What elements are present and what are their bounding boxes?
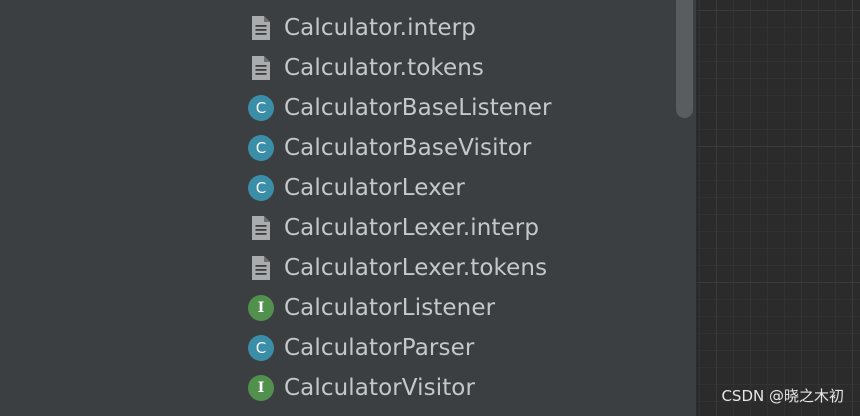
- file-icon: [247, 14, 275, 42]
- interface-icon: I: [247, 294, 275, 322]
- class-icon: C: [247, 334, 275, 362]
- tree-item-calculator-listener[interactable]: I CalculatorListener: [247, 288, 552, 328]
- project-tree-panel: Calculator.interp Calculator.tokens C Ca…: [0, 0, 697, 416]
- class-badge: C: [248, 95, 274, 121]
- file-icon: [247, 214, 275, 242]
- interface-badge: I: [248, 295, 274, 321]
- interface-badge: I: [248, 375, 274, 401]
- tree-item-label: CalculatorLexer: [284, 175, 465, 201]
- class-icon: C: [247, 94, 275, 122]
- tree-item-label: CalculatorLexer.interp: [284, 215, 540, 241]
- tree-item-calculator-tokens[interactable]: Calculator.tokens: [247, 48, 552, 88]
- class-badge: C: [248, 175, 274, 201]
- file-icon: [247, 254, 275, 282]
- tree-item-label: CalculatorBaseVisitor: [284, 135, 532, 161]
- tree-item-label: CalculatorParser: [284, 335, 475, 361]
- tree-item-label: CalculatorLexer.tokens: [284, 255, 548, 281]
- interface-icon: I: [247, 374, 275, 402]
- class-icon: C: [247, 174, 275, 202]
- tree-item-calculator-parser[interactable]: C CalculatorParser: [247, 328, 552, 368]
- tree-item-calculator-interp[interactable]: Calculator.interp: [247, 8, 552, 48]
- editor-background-grid: [697, 0, 860, 416]
- project-tree-list: Calculator.interp Calculator.tokens C Ca…: [247, 8, 552, 408]
- file-icon: [247, 54, 275, 82]
- watermark: CSDN @晓之木初: [721, 387, 844, 405]
- tree-item-calculator-base-visitor[interactable]: C CalculatorBaseVisitor: [247, 128, 552, 168]
- class-icon: C: [247, 134, 275, 162]
- tree-item-label: CalculatorVisitor: [284, 375, 476, 401]
- tree-item-label: Calculator.tokens: [284, 55, 484, 81]
- tree-item-calculator-visitor[interactable]: I CalculatorVisitor: [247, 368, 552, 408]
- tree-item-calculator-lexer[interactable]: C CalculatorLexer: [247, 168, 552, 208]
- class-badge: C: [248, 135, 274, 161]
- tree-item-label: CalculatorListener: [284, 295, 496, 321]
- tree-item-calculator-lexer-tokens[interactable]: CalculatorLexer.tokens: [247, 248, 552, 288]
- tree-item-calculator-lexer-interp[interactable]: CalculatorLexer.interp: [247, 208, 552, 248]
- tree-item-calculator-base-listener[interactable]: C CalculatorBaseListener: [247, 88, 552, 128]
- scrollbar-thumb[interactable]: [676, 0, 693, 118]
- tree-item-label: CalculatorBaseListener: [284, 95, 552, 121]
- class-badge: C: [248, 335, 274, 361]
- ide-window: Calculator.interp Calculator.tokens C Ca…: [0, 0, 860, 416]
- tree-item-label: Calculator.interp: [284, 15, 476, 41]
